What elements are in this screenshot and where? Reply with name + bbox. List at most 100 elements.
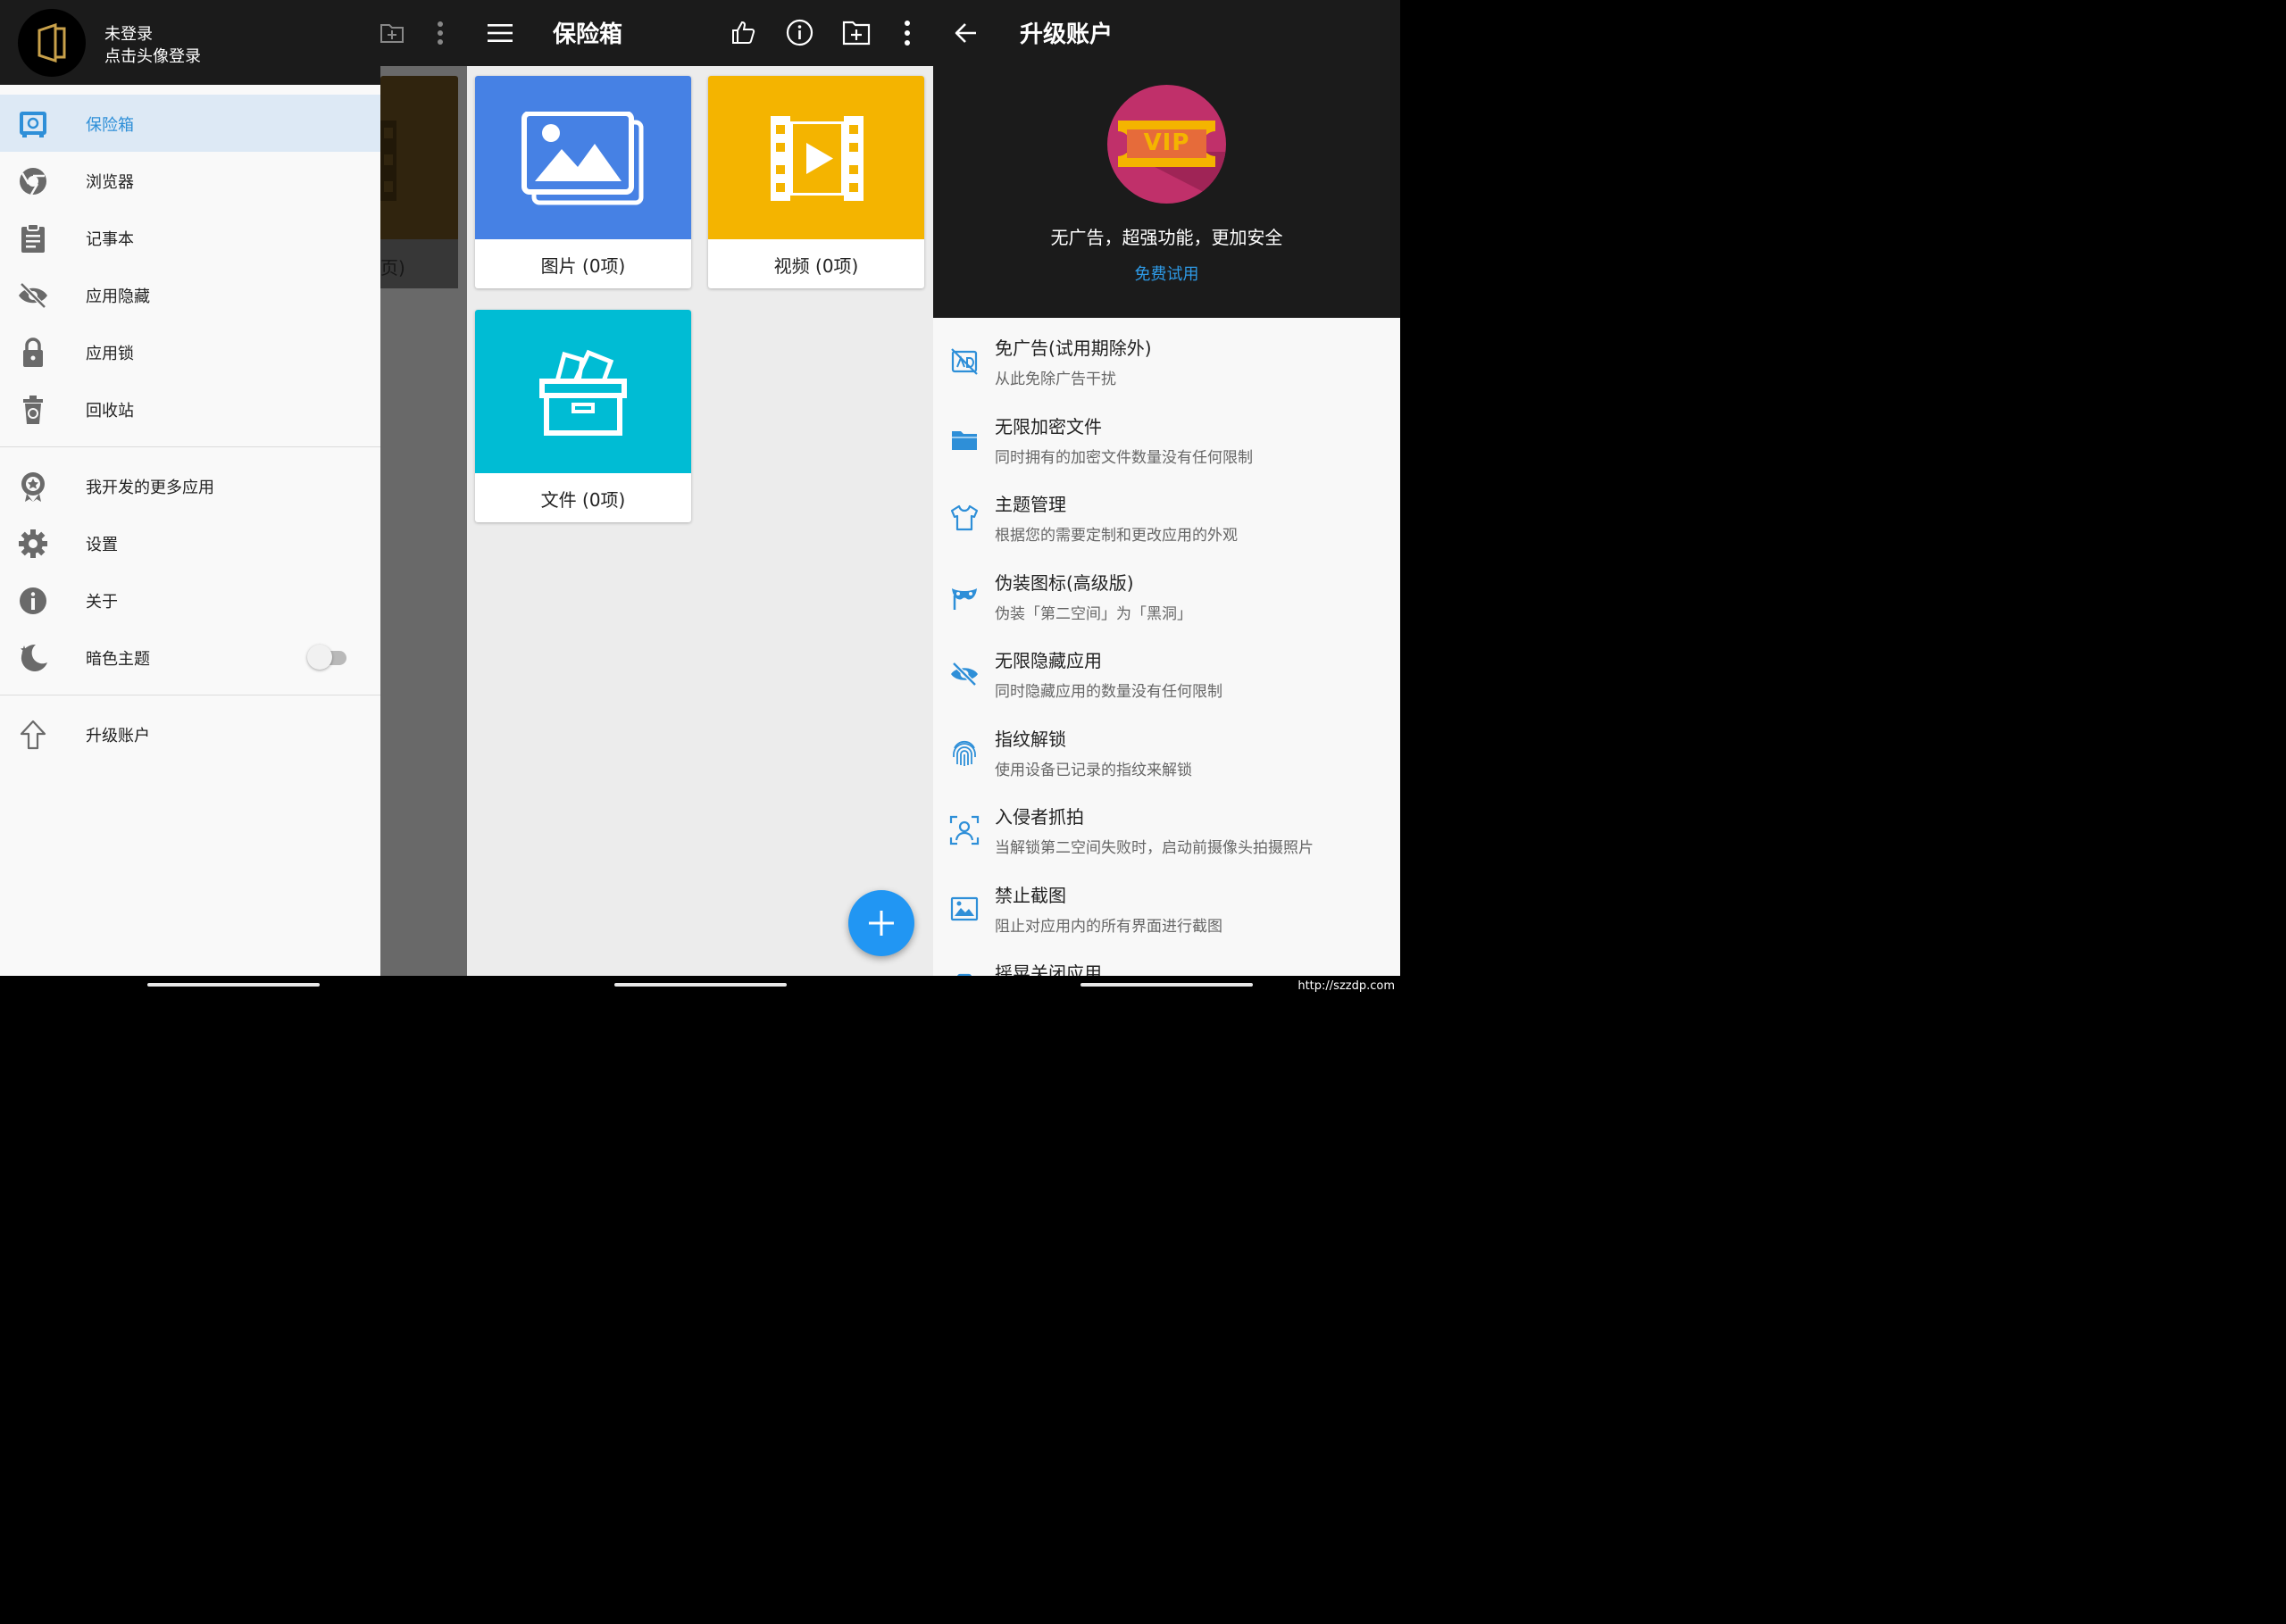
feature-item: 无限隐藏应用 同时隐藏应用的数量没有任何限制 [933,636,1400,713]
feature-title: 入侵者抓拍 [995,806,1084,828]
feature-item: 摇晃关闭应用 [933,948,1400,976]
vault-screen: 保险箱 图片 (0项) 视频 (0项) 文件 (0项) [467,0,933,976]
drawer-item-settings[interactable]: 设置 [0,514,380,571]
tile-label: 视频 (0项) [773,255,859,277]
feature-item: 指纹解锁 使用设备已记录的指纹来解锁 [933,714,1400,792]
drawer-item-recycle-bin[interactable]: 回收站 [0,380,380,437]
eye-off-icon [951,662,978,687]
drawer-item-vault[interactable]: 保险箱 [0,95,380,152]
upgrade-header: 升级账户 VIP 无广告，超强功能，更加安全 免费试用 [933,0,1400,318]
shirt-icon [950,504,979,531]
drawer-item-label: 我开发的更多应用 [86,479,214,497]
folder-icon [952,431,977,450]
page-title: 保险箱 [553,21,623,48]
drawer-item-notepad[interactable]: 记事本 [0,209,380,266]
mask-icon [952,588,977,610]
navigation-drawer: 未登录 点击头像登录 保险箱 浏览器 记事本 应用隐藏 应用锁 回收站 我开发的… [0,0,380,976]
feature-item: 免广告(试用期除外) 从此免除广告干扰 [933,323,1400,401]
drawer-item-label: 应用锁 [86,345,134,363]
avatar[interactable] [18,9,86,77]
feature-title: 指纹解锁 [995,729,1066,750]
home-indicator[interactable] [614,983,787,987]
drawer-divider [0,446,380,447]
drawer-item-label: 关于 [86,593,118,612]
tile-files-art [475,310,691,473]
drawer-item-label: 升级账户 [86,727,150,745]
menu-icon[interactable] [488,23,513,43]
image-gallery-icon [521,112,644,205]
intruder-camera-icon [949,815,980,845]
login-hint[interactable]: 点击头像登录 [104,44,201,67]
clipboard-icon [21,223,45,253]
no-ads-icon [951,348,978,375]
drawer-item-label: 暗色主题 [86,650,150,669]
drawer-item-about[interactable]: 关于 [0,571,380,629]
add-folder-icon[interactable] [842,19,871,46]
drawer-header: 未登录 点击头像登录 [0,0,380,85]
tile-files[interactable]: 文件 (0项) [475,310,691,522]
drawer-item-app-hide[interactable]: 应用隐藏 [0,266,380,323]
drawer-screen: 页) 未登录 点击头像登录 保险箱 浏览器 记事本 应用隐藏 [0,0,467,976]
back-arrow-icon[interactable] [955,21,978,45]
drawer-item-app-lock[interactable]: 应用锁 [0,323,380,380]
tile-label: 文件 (0项) [540,489,626,511]
vault-toolbar: 保险箱 [467,0,933,66]
feature-subtitle: 伪装「第二空间」为「黑洞」 [995,605,1192,623]
feature-item: 无限加密文件 同时拥有的加密文件数量没有任何限制 [933,402,1400,479]
dark-theme-toggle-thumb[interactable] [307,645,332,670]
watermark: http://szzdp.com [1297,979,1395,993]
info-icon [20,587,46,614]
tile-videos[interactable]: 视频 (0项) [708,76,924,288]
feature-title: 禁止截图 [995,885,1066,906]
tile-label: 图片 (0项) [540,255,626,277]
feature-subtitle: 阻止对应用内的所有界面进行截图 [995,918,1222,936]
feature-subtitle: 同时拥有的加密文件数量没有任何限制 [995,449,1253,467]
tile-pictures[interactable]: 图片 (0项) [475,76,691,288]
feature-item: 伪装图标(高级版) 伪装「第二空间」为「黑洞」 [933,558,1400,636]
feature-item: 入侵者抓拍 当解锁第二空间失败时，启动前摄像头拍摄照片 [933,792,1400,870]
feature-item: 禁止截图 阻止对应用内的所有界面进行截图 [933,870,1400,948]
drawer-scrim[interactable] [380,66,467,976]
add-folder-icon [380,24,404,43]
upgrade-screen: 升级账户 VIP 无广告，超强功能，更加安全 免费试用 免广告(试用期除外) 从… [933,0,1400,976]
drawer-item-more-apps[interactable]: 我开发的更多应用 [0,457,380,514]
tile-pictures-art [475,76,691,239]
feature-title: 无限隐藏应用 [995,650,1102,671]
moon-icon [21,644,47,671]
home-indicator[interactable] [147,983,320,987]
drawer-item-upgrade[interactable]: 升级账户 [0,705,380,762]
drawer-item-browser[interactable]: 浏览器 [0,152,380,209]
feature-title: 免广告(试用期除外) [995,337,1152,359]
feature-subtitle: 从此免除广告干扰 [995,371,1116,388]
feature-subtitle: 使用设备已记录的指纹来解锁 [995,762,1192,779]
feature-title: 主题管理 [995,494,1066,515]
drawer-item-label: 保险箱 [86,116,134,135]
add-fab[interactable] [848,890,914,956]
feature-title: 伪装图标(高级版) [995,572,1134,594]
free-trial-link[interactable]: 免费试用 [933,262,1400,285]
plus-icon [869,911,894,936]
vip-badge: VIP [1107,85,1226,204]
tile-videos-art [708,76,924,239]
drawer-item-label: 浏览器 [86,173,134,192]
chrome-icon [20,168,46,196]
feature-subtitle: 同时隐藏应用的数量没有任何限制 [995,683,1222,701]
feature-item: 主题管理 根据您的需要定制和更改应用的外观 [933,479,1400,557]
drawer-item-label: 回收站 [86,402,134,421]
award-icon [21,472,45,502]
upgrade-arrow-icon [20,720,46,750]
more-vert-icon [438,21,443,45]
home-indicator[interactable] [1080,983,1253,987]
page-title: 升级账户 [1020,21,1114,48]
door-logo-icon [38,23,66,62]
login-status: 未登录 [104,25,153,44]
thumbs-up-icon[interactable] [730,20,755,45]
info-outline-icon[interactable] [786,19,813,46]
more-vert-icon[interactable] [903,20,912,46]
feature-subtitle: 根据您的需要定制和更改应用的外观 [995,527,1238,545]
safe-icon [20,112,46,137]
video-film-icon [771,116,864,201]
file-box-icon [539,349,627,436]
vip-badge-text: VIP [1143,129,1190,156]
feature-title: 无限加密文件 [995,416,1102,437]
